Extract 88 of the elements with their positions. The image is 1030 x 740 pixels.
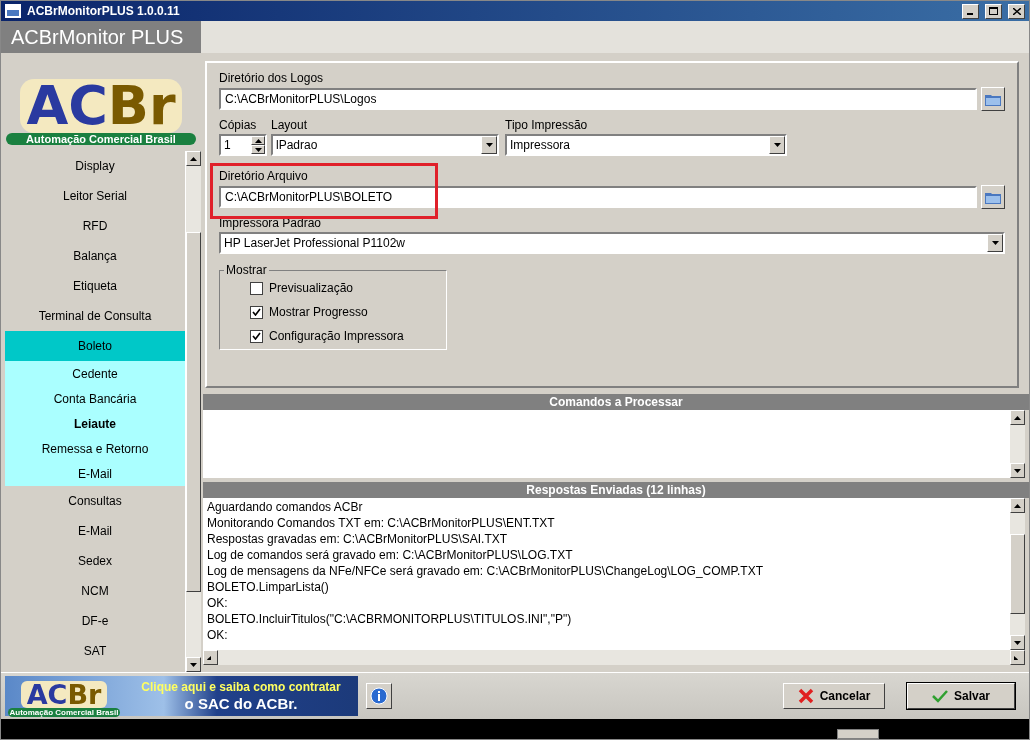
log-line: Monitorando Comandos TXT em: C:\ACBrMonitorPLUS\ENT.TXT (207, 515, 556, 531)
info-button[interactable] (366, 683, 392, 709)
sidebar-item[interactable]: Display (5, 151, 185, 181)
browse-button[interactable] (981, 185, 1005, 209)
sidebar-item[interactable]: DF-e (5, 606, 185, 636)
spin-up-icon (254, 138, 262, 143)
dropdown[interactable]: Impressora (505, 134, 787, 156)
sidebar-subitem[interactable]: Leiaute (5, 411, 185, 436)
input-field[interactable]: C:\ACBrMonitorPLUS\BOLETO (219, 186, 977, 208)
logo-mark-text: AC (26, 681, 68, 709)
log-line: Log de mensagens da NFe/NFCe será gravado em: C:\ACBrMonitorPLUS\ChangeLog\LOG_COMP.TXT (207, 563, 765, 579)
maximize-icon (989, 7, 998, 15)
caret-icon (485, 143, 493, 147)
scrollbar[interactable] (1009, 410, 1025, 478)
spin-field[interactable]: 1 (219, 134, 267, 156)
support-banner[interactable]: ACBr Automação Comercial Brasil Clique aqui e saiba como contratar o SAC do ACBr. (5, 676, 358, 716)
check-icon (932, 689, 948, 703)
log-line: Aguardando comandos ACBr (207, 499, 364, 515)
save-button[interactable]: Salvar (907, 683, 1015, 709)
sidebar-item[interactable]: Terminal de Consulta (5, 301, 185, 331)
scroll-down-icon (190, 662, 197, 667)
logo-tagline: Automação Comercial Brasil (8, 708, 120, 718)
caret-icon (773, 143, 781, 147)
close-icon (1012, 7, 1021, 15)
dropdown[interactable]: HP LaserJet Professional P1102w (219, 232, 1005, 254)
caret-icon (991, 241, 999, 245)
banner-text: Clique aqui e saiba como contratar (141, 679, 341, 695)
sidebar-item[interactable]: Leitor Serial (5, 181, 185, 211)
app-header: ACBrMonitor PLUS (1, 21, 201, 53)
field-label: Tipo Impressão (505, 118, 589, 132)
sidebar-item[interactable]: Consultas (5, 486, 185, 516)
logo-mark-text: Br (67, 681, 102, 709)
scroll-down-icon (1014, 468, 1021, 473)
folder-icon (985, 92, 1001, 106)
sidebar-subitem[interactable]: Conta Bancária (5, 386, 185, 411)
log-line: BOLETO.IncluirTitulos("C:\ACBRMONITORPLUS\TITULOS.INI","P") (207, 611, 573, 627)
scroll-up-icon (1014, 415, 1021, 420)
splitter-handle[interactable] (837, 729, 879, 739)
folder-icon (985, 190, 1001, 204)
app-icon (5, 4, 21, 18)
log-line: BOLETO.LimparLista() (207, 579, 330, 595)
scroll-right-icon (1014, 655, 1021, 660)
horizontal-scrollbar[interactable] (203, 650, 1025, 665)
section-header: Respostas Enviadas (12 linhas) (203, 482, 1029, 498)
close-button[interactable] (1008, 3, 1025, 19)
log-line: OK: (207, 627, 229, 643)
cancel-button[interactable]: Cancelar (783, 683, 885, 709)
field-label: Layout (271, 118, 309, 132)
input-field[interactable]: C:\ACBrMonitorPLUS\Logos (219, 88, 977, 110)
sidebar-item[interactable]: RFD (5, 211, 185, 241)
section-header: Comandos a Processar (203, 394, 1029, 410)
browse-button[interactable] (981, 87, 1005, 111)
sidebar-item[interactable]: NCM (5, 576, 185, 606)
scroll-up-icon (190, 156, 197, 161)
logo-mark-text: Br (107, 78, 176, 133)
scroll-up-icon (1014, 503, 1021, 508)
checkbox[interactable]: Mostrar Progresso (250, 305, 440, 319)
checkbox[interactable]: Previsualização (250, 281, 440, 295)
logo-mark-text: AC (26, 78, 108, 133)
sidebar-item[interactable]: Etiqueta (5, 271, 185, 301)
maximize-button[interactable] (985, 3, 1002, 19)
checkbox[interactable]: Configuração Impressora (250, 329, 440, 343)
sidebar-item[interactable]: Boleto (5, 331, 185, 361)
sidebar-subitem[interactable]: Cedente (5, 361, 185, 386)
field-label: Diretório dos Logos (219, 71, 325, 85)
sidebar-subitem[interactable]: E-Mail (5, 461, 185, 486)
window-title: ACBrMonitorPLUS 1.0.0.11 (27, 4, 181, 18)
banner-text: o SAC do ACBr. (184, 695, 298, 713)
group-title: Mostrar (225, 263, 268, 277)
cross-icon (797, 688, 814, 704)
scrollbar[interactable] (1009, 498, 1025, 650)
log-line: Log de comandos será gravado em: C:\ACBrMonitorPLUS\LOG.TXT (207, 547, 574, 563)
field-label: Cópias (219, 118, 258, 132)
log-line: Respostas gravadas em: C:\ACBrMonitorPLUS\SAI.TXT (207, 531, 509, 547)
dropdown[interactable]: lPadrao (271, 134, 499, 156)
field-label: Diretório Arquivo (219, 169, 309, 183)
sidebar-item[interactable]: Sedex (5, 546, 185, 576)
scroll-left-icon (207, 655, 214, 660)
sidebar-item[interactable]: Balança (5, 241, 185, 271)
log-line: OK: (207, 595, 229, 611)
sidebar-item[interactable]: SAT (5, 636, 185, 666)
minimize-button[interactable] (962, 3, 979, 19)
scroll-down-icon (1014, 640, 1021, 645)
info-icon (370, 687, 388, 705)
sidebar-item[interactable]: E-Mail (5, 516, 185, 546)
scrollbar[interactable] (185, 151, 201, 672)
sidebar-subitem[interactable]: Remessa e Retorno (5, 436, 185, 461)
spin-down-icon (254, 147, 262, 152)
